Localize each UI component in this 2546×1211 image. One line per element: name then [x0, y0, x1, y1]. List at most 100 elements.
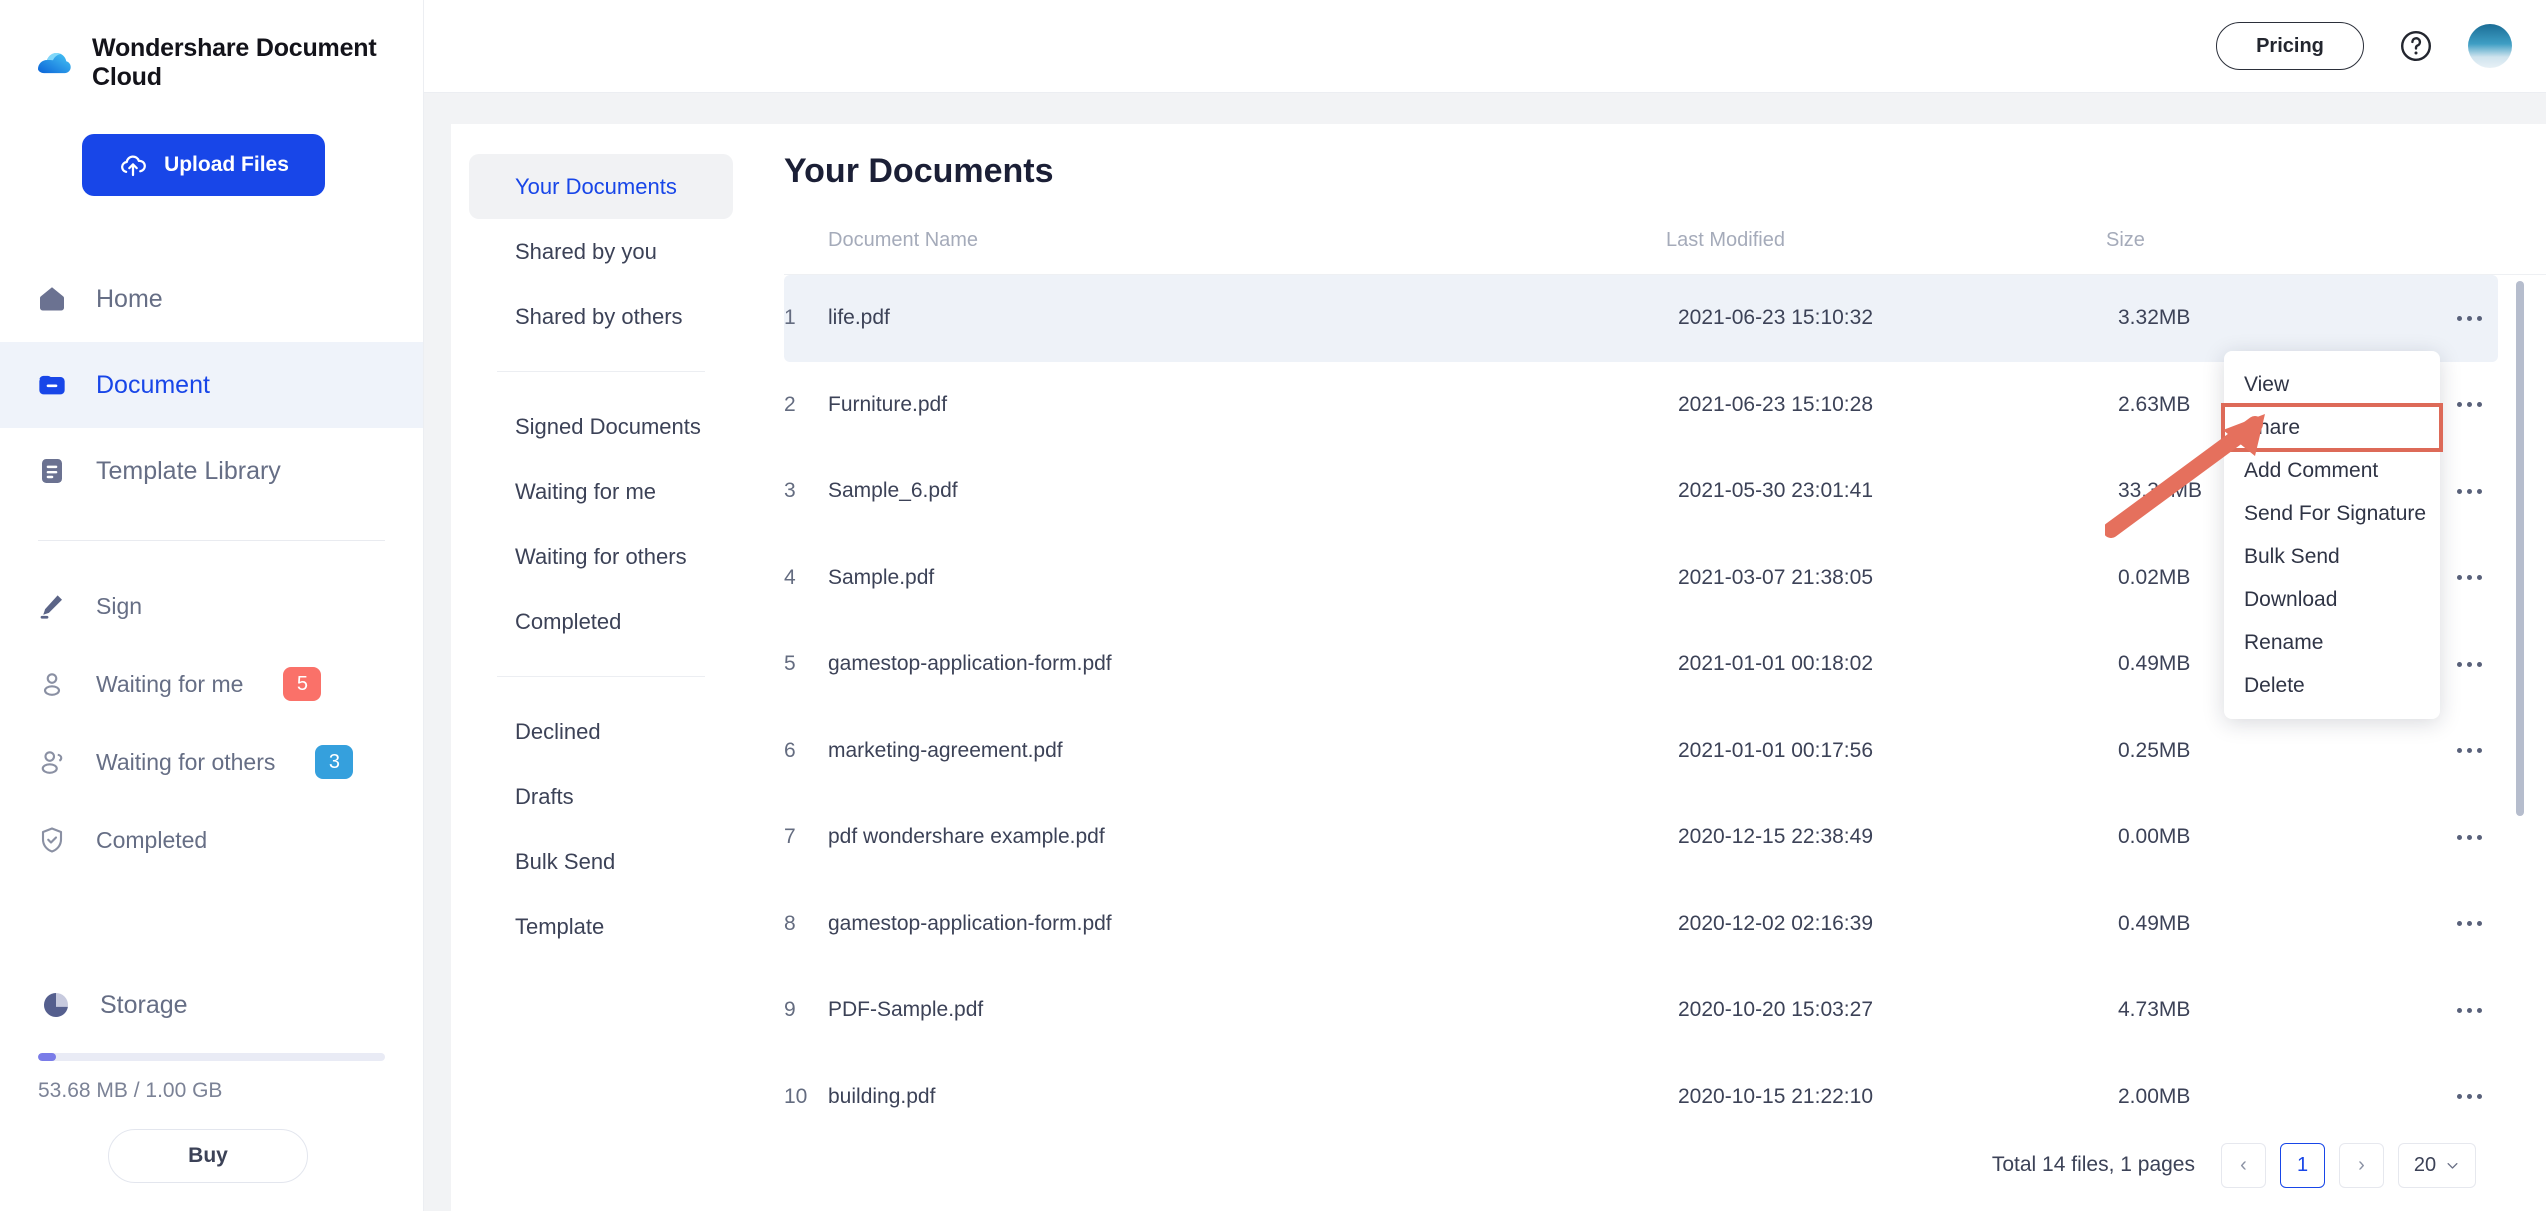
- row-index: 7: [784, 825, 796, 849]
- context-menu-item-download[interactable]: Download: [2224, 578, 2440, 621]
- page-1-button[interactable]: 1: [2280, 1142, 2325, 1188]
- table-row[interactable]: 7 pdf wondershare example.pdf 2020-12-15 2…: [784, 794, 2498, 881]
- home-icon: [34, 281, 70, 317]
- row-last-modified: 2020-12-02 02:16:39: [1678, 911, 1873, 935]
- subnav-label: Your Documents: [515, 173, 677, 199]
- row-size: 0.25MB: [2118, 738, 2191, 762]
- next-page-button[interactable]: ›: [2339, 1142, 2384, 1188]
- row-more-actions-icon[interactable]: [2453, 998, 2486, 1023]
- row-document-name: pdf wondershare example.pdf: [828, 825, 1105, 849]
- row-document-name: marketing-agreement.pdf: [828, 738, 1063, 762]
- subnav-item-waiting-for-others[interactable]: Waiting for others: [469, 524, 733, 589]
- subnav-item-shared-by-you[interactable]: Shared by you: [469, 219, 733, 284]
- context-menu-item-delete[interactable]: Delete: [2224, 664, 2440, 707]
- subnav-item-drafts[interactable]: Drafts: [469, 764, 733, 829]
- upload-files-label: Upload Files: [164, 153, 289, 176]
- template-document-icon: [34, 453, 70, 489]
- prev-page-button[interactable]: ‹: [2221, 1142, 2266, 1188]
- storage-progress-fill: [38, 1053, 57, 1061]
- context-menu-item-add-comment[interactable]: Add Comment: [2224, 449, 2440, 492]
- row-last-modified: 2020-10-20 15:03:27: [1678, 998, 1873, 1022]
- row-index: 1: [784, 306, 796, 330]
- row-index: 5: [784, 652, 796, 676]
- subnav-divider: [497, 676, 705, 677]
- table-row[interactable]: 8 gamestop-application-form.pdf 2020-12-02…: [784, 881, 2498, 968]
- row-last-modified: 2021-01-01 00:18:02: [1678, 652, 1873, 676]
- subnav-item-shared-by-others[interactable]: Shared by others: [469, 284, 733, 349]
- row-more-actions-icon[interactable]: [2453, 911, 2486, 936]
- context-menu-item-view[interactable]: View: [2224, 363, 2440, 406]
- subnav-label: Completed: [515, 608, 622, 634]
- row-more-actions-icon[interactable]: [2453, 392, 2486, 417]
- context-menu-item-bulk-send[interactable]: Bulk Send: [2224, 535, 2440, 578]
- page-size-select[interactable]: 20: [2398, 1142, 2476, 1188]
- sidebar-item-document[interactable]: Document: [0, 342, 423, 428]
- row-index: 9: [784, 998, 796, 1022]
- sidebar-item-completed[interactable]: Completed: [0, 801, 423, 879]
- sidebar-item-sign[interactable]: Sign: [0, 567, 423, 645]
- pricing-button[interactable]: Pricing: [2216, 22, 2364, 70]
- row-more-actions-icon[interactable]: [2453, 1084, 2486, 1109]
- users-icon: [34, 744, 70, 780]
- sidebar-item-template-library[interactable]: Template Library: [0, 428, 423, 514]
- left-sidebar: Wondershare Document Cloud Upload Files …: [0, 0, 424, 1211]
- row-last-modified: 2021-01-01 00:17:56: [1678, 738, 1873, 762]
- row-document-name: PDF-Sample.pdf: [828, 998, 984, 1022]
- subnav-item-declined[interactable]: Declined: [469, 699, 733, 764]
- subnav-item-your-documents[interactable]: Your Documents: [469, 154, 733, 219]
- row-context-menu: View Share Add Comment Send For Signature Bu…: [2221, 351, 2443, 719]
- storage-section: Storage 53.68 MB / 1.00 GB Buy: [0, 987, 423, 1183]
- sidebar-item-waiting-for-me[interactable]: Waiting for me 5: [0, 645, 423, 723]
- context-menu-item-share[interactable]: Share: [2221, 403, 2443, 452]
- row-more-actions-icon[interactable]: [2453, 738, 2486, 763]
- subnav-item-template[interactable]: Template: [469, 894, 733, 959]
- row-more-actions-icon[interactable]: [2453, 306, 2486, 331]
- row-last-modified: 2020-12-15 22:38:49: [1678, 825, 1873, 849]
- row-last-modified: 2021-03-07 21:38:05: [1678, 565, 1873, 589]
- table-row[interactable]: 1 life.pdf 2021-06-23 15:10:32 3.32MB: [784, 275, 2498, 362]
- row-last-modified: 2021-06-23 15:10:28: [1678, 392, 1873, 416]
- subnav-label: Shared by you: [515, 238, 657, 264]
- subnav-item-waiting-for-me[interactable]: Waiting for me: [469, 459, 733, 524]
- buy-storage-button[interactable]: Buy: [108, 1129, 308, 1183]
- subnav-item-completed[interactable]: Completed: [469, 589, 733, 654]
- table-scrollbar[interactable]: [2516, 281, 2524, 816]
- avatar[interactable]: [2468, 24, 2512, 68]
- table-row[interactable]: 6 marketing-agreement.pdf 2021-01-01 00:17…: [784, 708, 2498, 795]
- row-document-name: Sample.pdf: [828, 565, 935, 589]
- row-document-name: building.pdf: [828, 1084, 936, 1108]
- subnav-item-signed-documents[interactable]: Signed Documents: [469, 394, 733, 459]
- row-document-name: gamestop-application-form.pdf: [828, 911, 1112, 935]
- sidebar-item-completed-label: Completed: [96, 826, 208, 853]
- context-menu-item-rename[interactable]: Rename: [2224, 621, 2440, 664]
- row-index: 10: [784, 1084, 808, 1108]
- row-more-actions-icon[interactable]: [2453, 565, 2486, 590]
- primary-nav: Home Document Template Library: [0, 256, 423, 514]
- sidebar-item-home[interactable]: Home: [0, 256, 423, 342]
- table-row[interactable]: 9 PDF-Sample.pdf 2020-10-20 15:03:27 4.73MB: [784, 967, 2498, 1054]
- sidebar-item-waiting-for-others[interactable]: Waiting for others 3: [0, 723, 423, 801]
- subnav-label: Drafts: [515, 783, 574, 809]
- row-document-name: gamestop-application-form.pdf: [828, 652, 1112, 676]
- sidebar-item-home-label: Home: [96, 284, 163, 313]
- shield-check-icon: [34, 822, 70, 858]
- row-size: 2.00MB: [2118, 1084, 2191, 1108]
- row-index: 8: [784, 911, 796, 935]
- row-more-actions-icon[interactable]: [2453, 652, 2486, 677]
- user-icon: [34, 666, 70, 702]
- subnav-item-bulk-send[interactable]: Bulk Send: [469, 829, 733, 894]
- row-index: 3: [784, 479, 796, 503]
- column-document-name: Document Name: [828, 229, 979, 251]
- table-row[interactable]: 10 building.pdf 2020-10-15 21:22:10 2.00MB: [784, 1054, 2498, 1120]
- page-size-value: 20: [2413, 1153, 2437, 1176]
- sidebar-item-document-label: Document: [96, 370, 210, 399]
- row-document-name: Sample_6.pdf: [828, 479, 958, 503]
- question-mark-circle-icon[interactable]: [2398, 28, 2434, 64]
- upload-files-button[interactable]: Upload Files: [82, 134, 325, 196]
- row-more-actions-icon[interactable]: [2453, 479, 2486, 504]
- row-index: 4: [784, 565, 796, 589]
- row-more-actions-icon[interactable]: [2453, 825, 2486, 850]
- document-subnav: Your Documents Shared by you Shared by o…: [451, 124, 751, 1211]
- context-menu-item-send-for-signature[interactable]: Send For Signature: [2224, 492, 2440, 535]
- subnav-label: Waiting for me: [515, 478, 657, 504]
